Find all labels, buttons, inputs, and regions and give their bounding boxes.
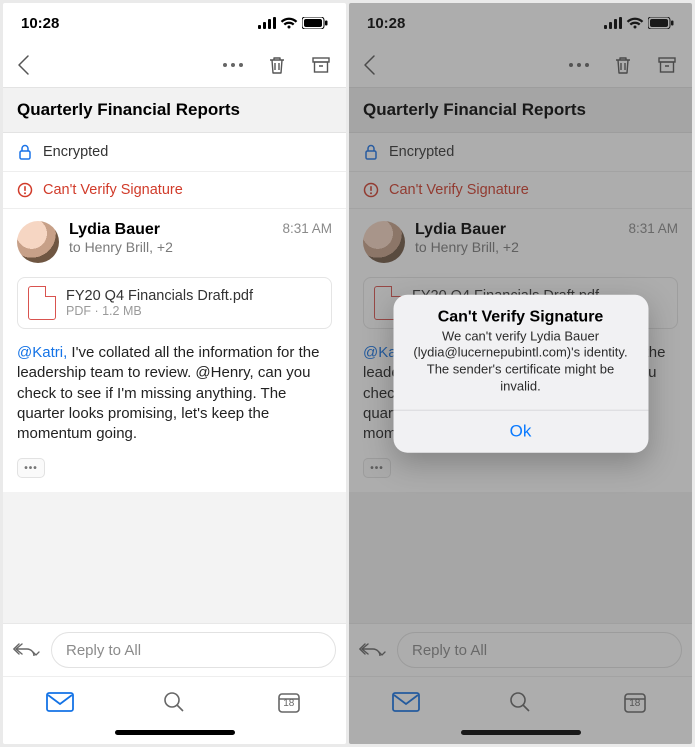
attachment-meta: PDF · 1.2 MB [66,304,253,318]
reply-bar: Reply to All [3,623,346,676]
message-body: @Katri, I've collated all the informatio… [3,337,346,458]
dialog-title: Can't Verify Signature [393,294,648,328]
reply-mode-button[interactable] [13,635,43,665]
avatar [17,221,59,263]
mention[interactable]: @Katri, [17,344,67,361]
status-bar: 10:28 [3,3,346,43]
nav-search[interactable] [159,687,189,717]
recipients: to Henry Brill, +2 [69,239,173,255]
attachment[interactable]: FY20 Q4 Financials Draft.pdf PDF · 1.2 M… [17,277,332,329]
bottom-nav: 18 [3,676,346,726]
attachment-name: FY20 Q4 Financials Draft.pdf [66,288,253,304]
cellular-icon [258,17,276,29]
status-time: 10:28 [21,15,59,32]
nav-calendar[interactable]: 18 [274,687,304,717]
lock-icon [17,143,33,161]
verify-signature-dialog: Can't Verify Signature We can't verify L… [393,294,648,453]
signature-warning-label: Can't Verify Signature [43,182,183,198]
dialog-ok-button[interactable]: Ok [393,410,648,453]
archive-button[interactable] [306,50,336,80]
nav-mail[interactable] [45,687,75,717]
warning-icon [17,182,33,198]
toolbar [3,43,346,87]
reply-input[interactable]: Reply to All [51,632,336,668]
wifi-icon [280,17,298,29]
encrypted-row[interactable]: Encrypted [3,133,346,172]
expand-quoted-button[interactable]: ••• [17,458,45,478]
delete-button[interactable] [262,50,292,80]
calendar-day: 18 [274,698,304,709]
dialog-body: We can't verify Lydia Bauer (lydia@lucer… [393,328,648,410]
sender-row[interactable]: Lydia Bauer to Henry Brill, +2 8:31 AM [3,209,346,269]
subject: Quarterly Financial Reports [3,87,346,133]
sender-name: Lydia Bauer [69,221,173,239]
phone-left: 10:28 Quarterly Financial Reports Encryp… [3,3,346,744]
battery-icon [302,17,328,29]
status-icons [258,17,328,29]
back-button[interactable] [9,50,39,80]
encrypted-label: Encrypted [43,144,108,160]
signature-warning-row[interactable]: Can't Verify Signature [3,172,346,209]
home-indicator[interactable] [3,726,346,744]
spacer [3,492,346,623]
reply-placeholder: Reply to All [66,642,141,659]
more-button[interactable] [218,50,248,80]
pdf-icon [28,286,56,320]
timestamp: 8:31 AM [282,221,332,236]
message-content: Lydia Bauer to Henry Brill, +2 8:31 AM F… [3,209,346,492]
phone-right: 10:28 Quarterly Financial Reports Encryp… [349,3,692,744]
